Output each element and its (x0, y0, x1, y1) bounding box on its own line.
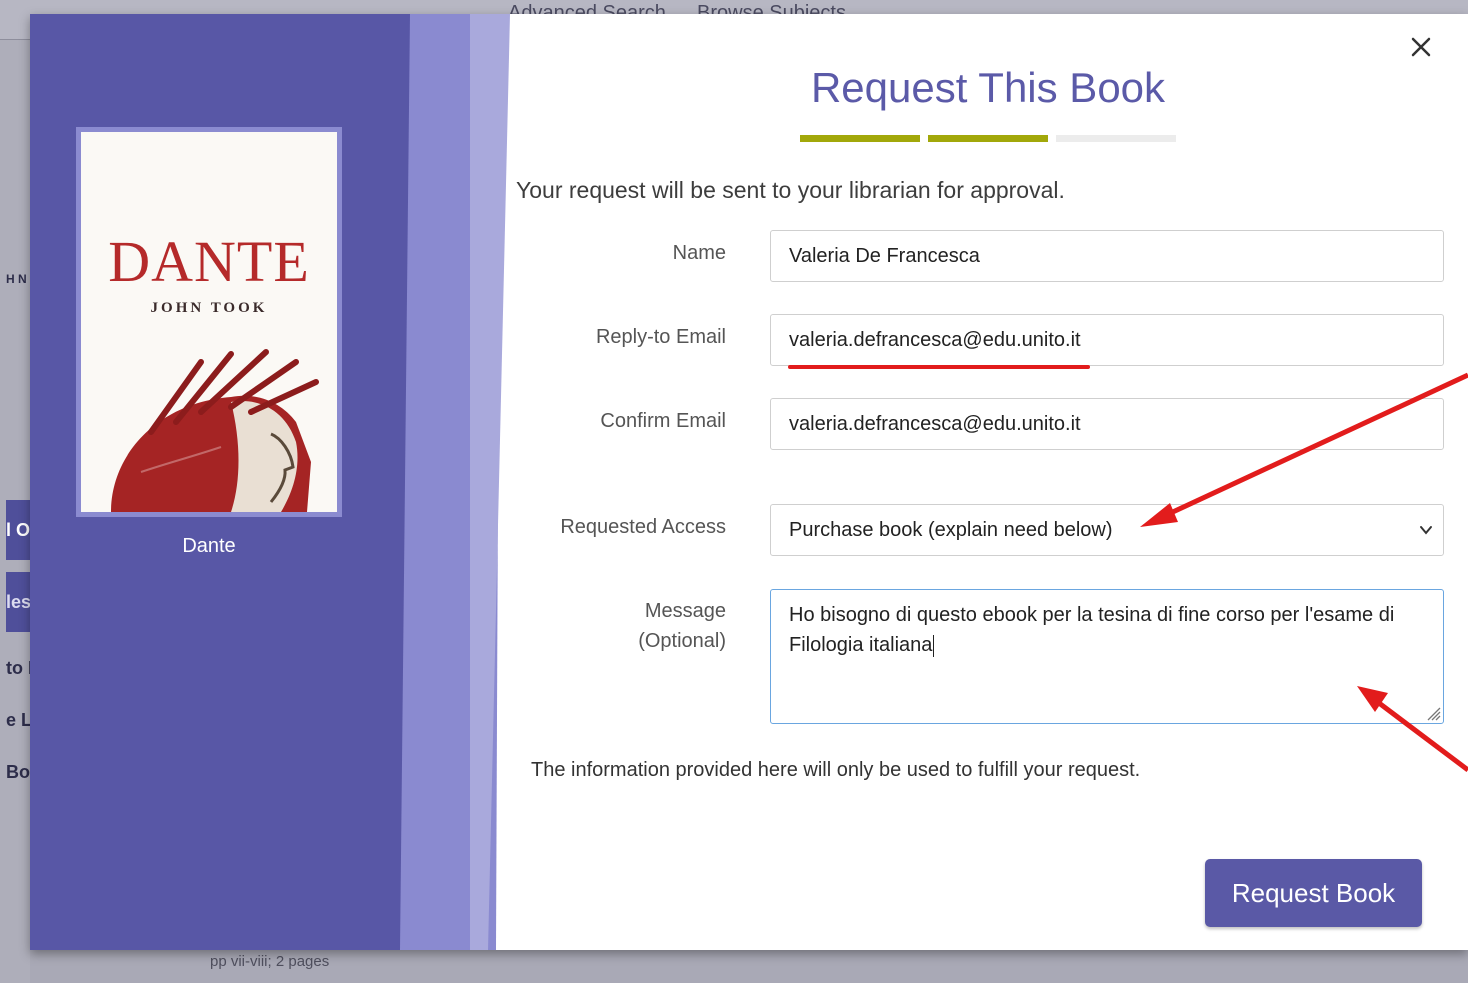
cover-author: JOHN TOOK (150, 300, 268, 316)
book-panel: DANTE JOHN TOOK Dante (30, 14, 510, 950)
requested-access-label: Requested Access (560, 516, 726, 538)
resize-handle-icon[interactable] (1423, 703, 1441, 721)
message-text: Ho bisogno di questo ebook per la tesina… (789, 604, 1395, 656)
request-book-button[interactable]: Request Book (1205, 859, 1422, 927)
request-book-modal: DANTE JOHN TOOK Dante Request This Book … (30, 14, 1468, 950)
annotation-underline (788, 365, 1090, 369)
message-label: Message (Optional) (490, 596, 726, 656)
name-field[interactable]: Valeria De Francesca (770, 230, 1444, 282)
background-fragment: Bo (6, 762, 30, 782)
book-title-caption: Dante (182, 535, 236, 557)
background-fragment: to I (6, 658, 30, 678)
progress-step-1 (800, 135, 920, 142)
privacy-info-text: The information provided here will only … (531, 759, 1141, 781)
name-label: Name (672, 242, 726, 264)
chevron-down-icon (1420, 526, 1432, 535)
confirm-email-label: Confirm Email (600, 410, 726, 432)
message-label-line1: Message (644, 600, 726, 622)
book-cover: DANTE JOHN TOOK (76, 127, 342, 517)
background-footer-text: pp vii-viii; 2 pages (210, 953, 330, 970)
cover-title: DANTE (108, 229, 310, 294)
requested-access-selected: Purchase book (explain need below) (789, 519, 1113, 541)
background-fragment: les (6, 592, 30, 612)
reply-email-label: Reply-to Email (595, 326, 726, 348)
background-fragment: l O (6, 520, 30, 540)
close-icon[interactable] (1408, 34, 1434, 60)
progress-step-2 (928, 135, 1048, 142)
modal-title: Request This Book (810, 64, 1166, 111)
background-fragment: H N (6, 272, 27, 286)
confirm-email-field[interactable]: valeria.defrancesca@edu.unito.it (770, 398, 1444, 450)
intro-text: Your request will be sent to your librar… (516, 177, 1065, 203)
requested-access-select[interactable]: Purchase book (explain need below) (770, 504, 1444, 556)
text-caret (933, 634, 935, 657)
dante-portrait-image (111, 349, 319, 512)
progress-indicator (800, 135, 1176, 142)
reply-email-field[interactable]: valeria.defrancesca@edu.unito.it (770, 314, 1444, 366)
message-textarea[interactable]: Ho bisogno di questo ebook per la tesina… (770, 589, 1444, 724)
message-label-line2: (Optional) (638, 630, 726, 652)
background-fragment: e L (6, 710, 30, 730)
progress-step-3 (1056, 135, 1176, 142)
